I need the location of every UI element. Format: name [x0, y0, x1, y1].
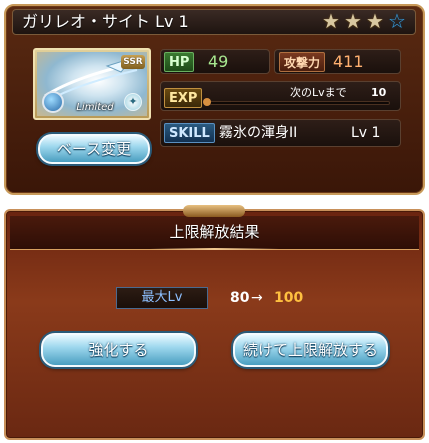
- exp-progress-marker: [203, 98, 211, 106]
- limited-label: Limited: [76, 102, 114, 113]
- exp-progress-bar: [206, 101, 390, 105]
- star-filled-icon: ★: [344, 9, 362, 33]
- max-level-before: 80: [230, 290, 250, 306]
- star-empty-icon: ☆: [388, 9, 406, 33]
- exp-label: EXP: [164, 88, 203, 108]
- hp-value: 49: [208, 52, 229, 71]
- title-divider: [150, 248, 279, 250]
- base-change-button[interactable]: ベース変更: [38, 134, 150, 164]
- continue-limit-break-button[interactable]: 続けて上限解放する: [233, 333, 388, 367]
- arrow-right-icon: →: [251, 290, 263, 306]
- rarity-badge: SSR: [121, 55, 145, 69]
- max-level-label: 最大Lv: [116, 287, 208, 309]
- max-level-after: 100: [274, 290, 304, 306]
- enhance-button[interactable]: 強化する: [41, 333, 196, 367]
- skill-name: 霧氷の渾身II: [219, 125, 298, 141]
- dialog-title: 上限解放結果: [169, 223, 260, 241]
- skill-level: Lv 1: [351, 125, 381, 141]
- attack-value: 411: [333, 52, 364, 71]
- skill-icon: ✦: [124, 93, 142, 111]
- attack-label: 攻撃力: [279, 52, 326, 72]
- star-filled-icon: ★: [366, 9, 384, 33]
- exp-next-label: 次のLvまで: [290, 86, 347, 99]
- star-filled-icon: ★: [322, 9, 340, 33]
- dialog-ornament: [183, 205, 245, 217]
- weapon-name-level: ガリレオ・サイト Lv 1: [22, 12, 189, 31]
- water-element-icon: [42, 91, 64, 113]
- hp-label: HP: [164, 52, 195, 72]
- exp-next-value: 10: [371, 86, 387, 99]
- skill-label: SKILL: [164, 123, 215, 143]
